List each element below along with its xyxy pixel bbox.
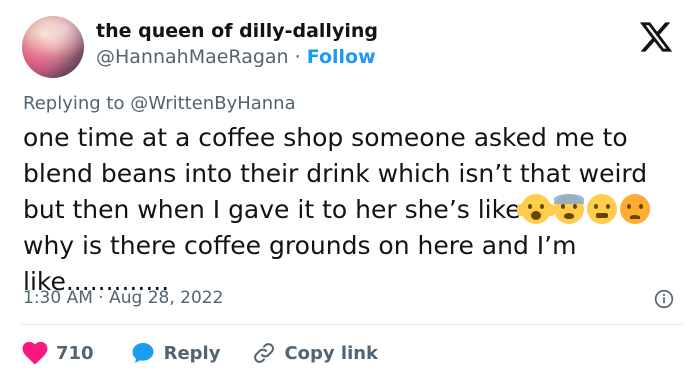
display-name[interactable]: the queen of dilly-dallying <box>96 20 378 42</box>
tweet-line-with-emojis: but then when I gave it to her she’s lik… <box>23 192 683 228</box>
replying-prefix: Replying to <box>23 93 125 114</box>
tweet-time: 1:30 AM <box>23 288 93 308</box>
like-count: 710 <box>56 342 94 364</box>
avatar[interactable] <box>22 16 84 78</box>
x-logo-icon[interactable] <box>637 19 675 55</box>
tweet-line: one time at a coffee shop someone asked … <box>23 123 628 152</box>
replying-to: Replying to @WrittenByHanna <box>23 93 296 114</box>
face-with-steam-from-nose-icon <box>586 194 617 224</box>
tweet-line: blend beans into their drink which isn’t… <box>23 159 648 188</box>
link-icon <box>254 343 275 363</box>
copy-link-button[interactable]: Copy link <box>252 341 378 365</box>
timestamp[interactable]: 1:30 AM · Aug 28, 2022 <box>23 288 223 308</box>
tweet-line: why is there coffee grounds on here and … <box>23 231 577 260</box>
info-icon[interactable] <box>654 289 674 309</box>
follow-button[interactable]: Follow <box>307 46 376 68</box>
tweet-line: but then when I gave it to her she’s lik… <box>23 195 521 224</box>
handle-row: @HannahMaeRagan · Follow <box>96 46 376 68</box>
copy-link-label: Copy link <box>284 342 379 364</box>
action-bar: 710 Reply Copy link <box>22 341 378 365</box>
divider <box>22 324 682 325</box>
face-screaming-in-fear-icon <box>516 194 551 224</box>
like-button[interactable]: 710 <box>22 341 94 365</box>
separator-dot: · <box>294 46 301 68</box>
heart-icon <box>22 341 48 365</box>
reply-button[interactable]: Reply <box>130 341 221 365</box>
reply-label: Reply <box>163 342 221 364</box>
tweet-date: Aug 28, 2022 <box>109 288 224 308</box>
reply-bubble-icon <box>132 343 154 363</box>
separator-dot: · <box>98 288 104 308</box>
reply-mention-link[interactable]: @WrittenByHanna <box>130 93 295 114</box>
tweet-text: one time at a coffee shop someone asked … <box>23 120 683 300</box>
anxious-face-with-sweat-icon <box>553 194 584 224</box>
angry-face-icon <box>619 194 650 224</box>
user-handle[interactable]: @HannahMaeRagan <box>96 46 289 68</box>
